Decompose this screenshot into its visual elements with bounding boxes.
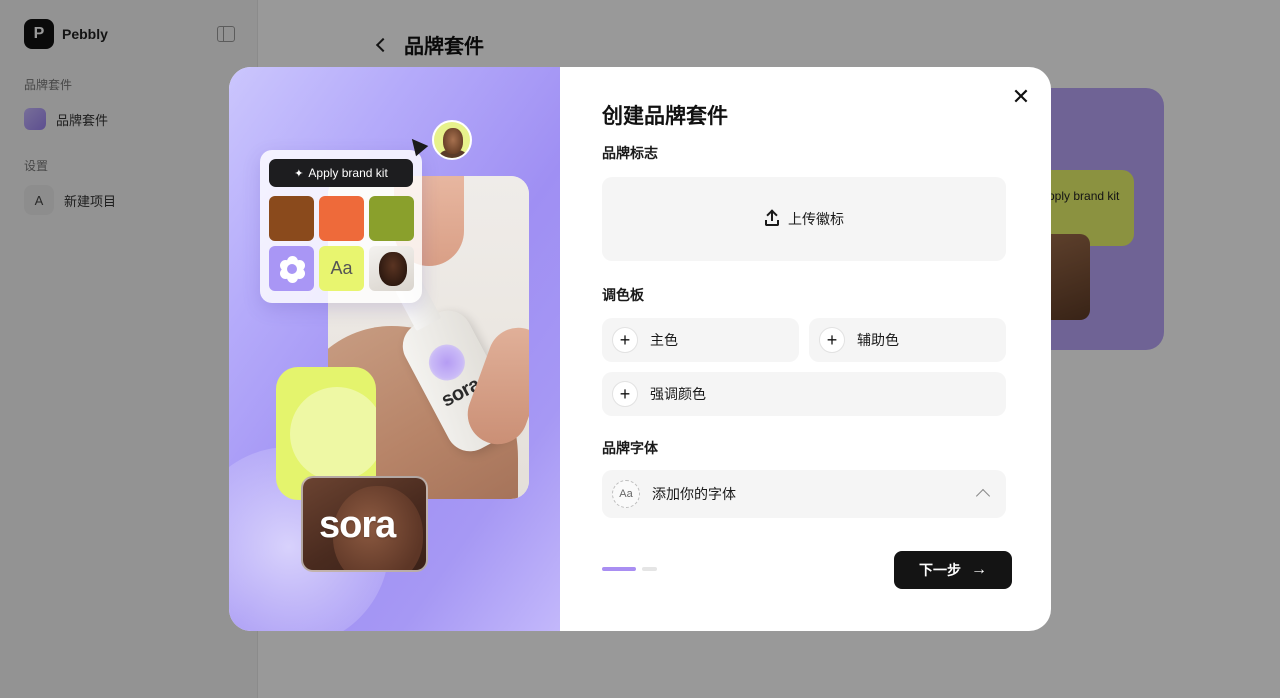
swatch-olive xyxy=(369,196,414,241)
illustration-panel: sora sora ✦ Apply brand kit Aa xyxy=(229,67,560,631)
accent-color-label: 强调颜色 xyxy=(650,386,706,402)
sparkle-icon: ✦ xyxy=(294,167,304,180)
close-button[interactable]: ✕ xyxy=(1011,84,1031,109)
apply-pill-label: Apply brand kit xyxy=(308,166,388,180)
plus-icon: + xyxy=(612,381,638,407)
swatch-brown xyxy=(269,196,314,241)
add-font-label: 添加你的字体 xyxy=(652,486,736,502)
font-aa-icon: Aa xyxy=(612,480,640,508)
add-font-dropdown[interactable]: Aa 添加你的字体 xyxy=(602,470,1006,518)
upload-icon xyxy=(764,209,780,227)
brand-kit-grid: Aa xyxy=(269,196,414,291)
apply-brand-kit-pill: ✦ Apply brand kit xyxy=(269,159,413,187)
dialog-footer: 下一步 → xyxy=(602,551,1012,589)
add-secondary-color-button[interactable]: + 辅助色 xyxy=(809,318,1006,362)
flower-logo-icon xyxy=(279,255,305,283)
swatch-orange xyxy=(319,196,364,241)
photo-tile xyxy=(369,246,414,291)
banner-brand-text: sora xyxy=(319,504,396,546)
create-brand-kit-dialog: sora sora ✦ Apply brand kit Aa ✕ 创建品牌套件 … xyxy=(229,67,1051,631)
upload-logo-button[interactable]: 上传徽标 xyxy=(602,177,1006,261)
progress-step-active xyxy=(602,567,636,571)
logo-tile xyxy=(269,246,314,291)
secondary-color-label: 辅助色 xyxy=(857,332,899,348)
primary-color-label: 主色 xyxy=(650,332,678,348)
logo-section-label: 品牌标志 xyxy=(602,145,658,161)
next-step-label: 下一步 xyxy=(919,562,961,578)
chevron-up-icon[interactable] xyxy=(975,488,991,504)
palette-section-label: 调色板 xyxy=(602,287,644,303)
step-progress xyxy=(602,567,657,571)
font-tile: Aa xyxy=(319,246,364,291)
plus-icon: + xyxy=(819,327,845,353)
avatar-head xyxy=(443,128,463,154)
portrait-banner: sora xyxy=(301,476,428,572)
upload-logo-label: 上传徽标 xyxy=(788,211,844,227)
add-accent-color-button[interactable]: + 强调颜色 xyxy=(602,372,1006,416)
next-step-button[interactable]: 下一步 → xyxy=(894,551,1012,589)
brand-kit-card: ✦ Apply brand kit Aa xyxy=(260,150,422,303)
close-icon: ✕ xyxy=(1011,84,1031,109)
font-section-label: 品牌字体 xyxy=(602,440,658,456)
add-primary-color-button[interactable]: + 主色 xyxy=(602,318,799,362)
dialog-title: 创建品牌套件 xyxy=(602,105,728,128)
progress-step-idle xyxy=(642,567,657,571)
arrow-right-icon: → xyxy=(971,561,987,578)
brand-kit-form: ✕ 创建品牌套件 品牌标志 上传徽标 调色板 + 主色 + 辅助色 + 强调颜色… xyxy=(560,67,1051,631)
plus-icon: + xyxy=(612,327,638,353)
avatar xyxy=(432,120,472,160)
palette-row: + 主色 + 辅助色 xyxy=(602,318,1009,362)
lime-circle xyxy=(290,387,376,481)
